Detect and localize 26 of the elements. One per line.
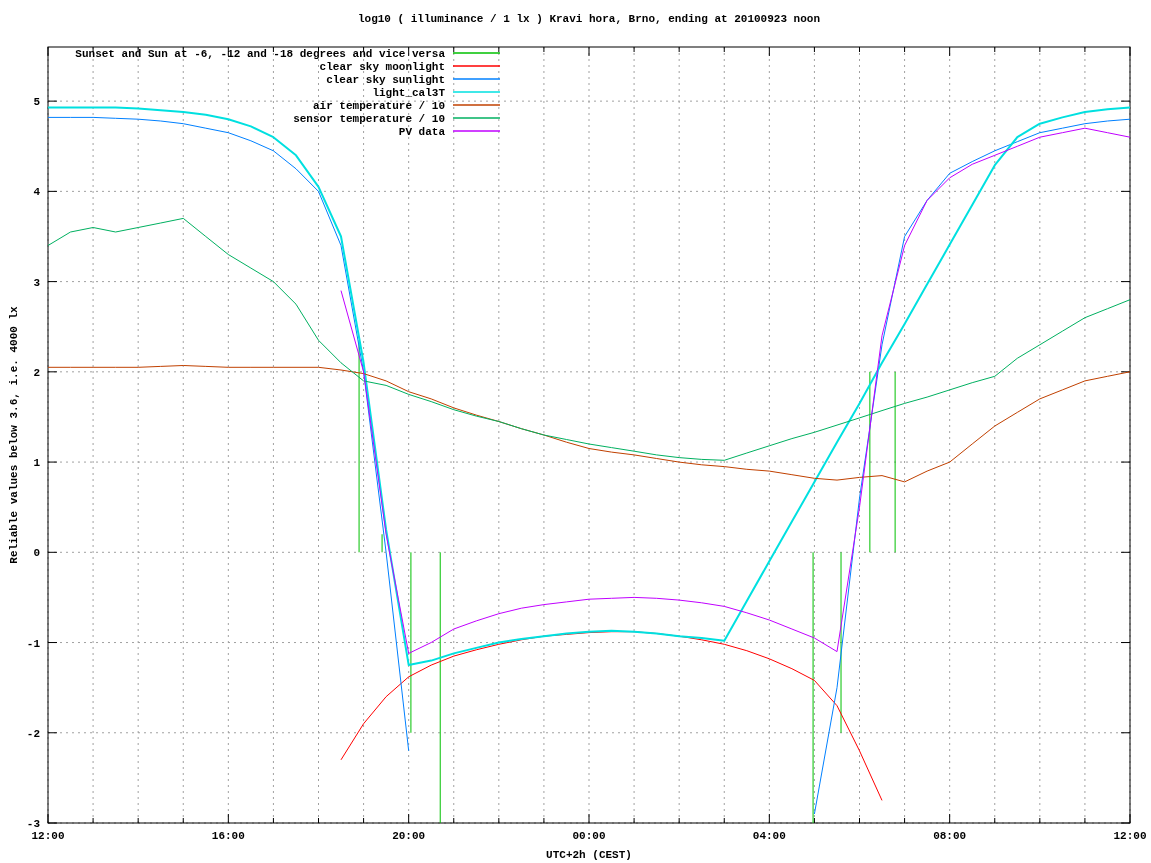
x-tick-label: 04:00 <box>752 830 786 842</box>
legend-label: air temperature / 10 <box>312 100 445 112</box>
y-tick-label: -3 <box>26 818 40 830</box>
y-tick-label: 4 <box>33 186 40 199</box>
x-tick-label: 20:00 <box>392 830 426 842</box>
y-tick-label: 5 <box>33 96 40 109</box>
y-tick-label: 2 <box>33 366 40 379</box>
x-tick-label: 12:00 <box>31 830 65 842</box>
legend-label: clear sky moonlight <box>319 61 445 73</box>
y-tick-label: 3 <box>33 276 40 289</box>
legend-label: PV data <box>398 126 445 138</box>
x-axis-label: UTC+2h (CEST) <box>546 849 632 861</box>
x-tick-label: 12:00 <box>1113 830 1147 842</box>
chart-title: log10 ( illuminance / 1 lx ) Kravi hora, Brno, ending at 20100923 noon <box>357 13 821 25</box>
legend-label: sensor temperature / 10 <box>293 113 445 125</box>
y-axis-label: Reliable values below 3.6, i.e. 4000 lx <box>8 306 20 564</box>
x-tick-label: 16:00 <box>211 830 245 842</box>
y-tick-label: -1 <box>26 637 40 650</box>
legend-label: clear sky sunlight <box>326 74 445 86</box>
y-tick-label: -2 <box>26 727 40 740</box>
x-tick-label: 08:00 <box>933 830 967 842</box>
legend-label: Sunset and Sun at -6, -12 and -18 degrees and vice versa <box>75 48 445 60</box>
x-tick-label: 00:00 <box>572 830 606 842</box>
y-tick-label: 1 <box>33 457 40 470</box>
y-tick-label: 0 <box>33 547 40 560</box>
legend-label: light_cal3T <box>372 87 445 99</box>
